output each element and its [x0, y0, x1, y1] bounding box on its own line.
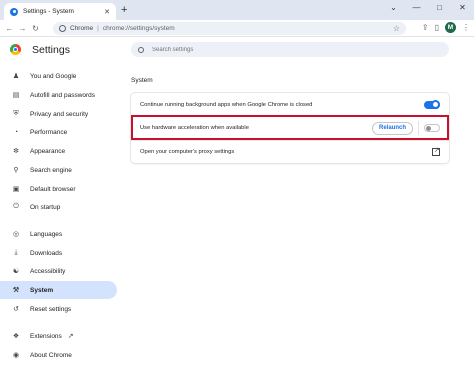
- new-tab-button[interactable]: +: [121, 4, 127, 16]
- sidebar-item-you-and-google[interactable]: ♟ You and Google: [0, 67, 117, 85]
- page-title: Settings: [32, 44, 70, 56]
- share-icon[interactable]: ⇪: [422, 23, 429, 32]
- reload-icon[interactable]: ↻: [29, 24, 42, 33]
- sidebar-item-label: On startup: [30, 203, 61, 211]
- sidebar-item-on-startup[interactable]: ⏻ On startup: [0, 198, 117, 216]
- sidebar-item-search-engine[interactable]: ⚲ Search engine: [0, 161, 117, 179]
- accessibility-icon: ☯: [12, 268, 20, 275]
- sidebar-item-reset-settings[interactable]: ↺ Reset settings: [0, 300, 117, 318]
- settings-gear-icon: [10, 7, 18, 16]
- sidebar-item-label: Reset settings: [30, 305, 72, 313]
- forward-icon[interactable]: →: [16, 24, 29, 33]
- sidebar-item-downloads[interactable]: ⤓ Downloads: [0, 244, 117, 262]
- sidebar-item-label: System: [30, 286, 54, 294]
- sidebar-item-label: Default browser: [30, 185, 76, 193]
- settings-header: Settings: [0, 38, 474, 62]
- sidebar-item-label: Performance: [30, 128, 68, 136]
- sidebar-item-label: About Chrome: [30, 351, 72, 359]
- maximize-icon[interactable]: □: [428, 3, 451, 12]
- search-icon: [138, 46, 144, 53]
- search-input[interactable]: [152, 46, 432, 53]
- sidebar-item-label: You and Google: [30, 72, 77, 80]
- sidebar-item-appearance[interactable]: ✼ Appearance: [0, 142, 117, 160]
- sidebar-item-performance[interactable]: ◔ Performance: [0, 123, 117, 141]
- proxy-settings-row[interactable]: Open your computer's proxy settings: [131, 140, 449, 163]
- sidebar-item-extensions[interactable]: ❖ Extensions ↗: [0, 327, 117, 345]
- open-external-icon[interactable]: [432, 146, 440, 156]
- background-apps-row[interactable]: Continue running background apps when Go…: [131, 93, 449, 116]
- sidebar-item-privacy[interactable]: ⛨ Privacy and security: [0, 105, 117, 123]
- tab-settings[interactable]: Settings - System ✕: [4, 3, 116, 20]
- tab-strip: Settings - System ✕ + ⌄ — □ ✕: [0, 0, 474, 20]
- search-icon: ⚲: [13, 167, 19, 174]
- globe-icon: ◎: [12, 231, 20, 238]
- sidebar-item-default-browser[interactable]: ▣ Default browser: [0, 180, 117, 198]
- side-panel-icon[interactable]: ▯: [435, 23, 439, 32]
- reset-icon: ↺: [13, 306, 19, 313]
- sidebar-item-system[interactable]: ⚒ System: [0, 281, 117, 299]
- setting-label: Open your computer's proxy settings: [140, 149, 235, 155]
- sidebar-item-accessibility[interactable]: ☯ Accessibility: [0, 262, 117, 280]
- external-link-icon: ↗: [67, 333, 74, 340]
- puzzle-icon: ❖: [12, 333, 20, 340]
- browser-icon: ▣: [12, 186, 20, 193]
- sidebar-item-label: Appearance: [30, 147, 66, 155]
- setting-label: Continue running background apps when Go…: [140, 101, 313, 108]
- tab-search-icon[interactable]: ⌄: [382, 3, 405, 12]
- sidebar-item-label: Privacy and security: [30, 110, 89, 118]
- toolbar-actions: ⇪ ▯ M ⋮: [422, 22, 470, 33]
- highlight-box: [131, 115, 449, 140]
- tab-close-icon[interactable]: ✕: [104, 8, 110, 16]
- clipboard-icon: ▤: [12, 92, 20, 99]
- section-title: System: [131, 77, 153, 84]
- sidebar-item-label: Extensions: [30, 332, 62, 340]
- sidebar-item-label: Autofill and passwords: [30, 91, 96, 99]
- power-icon: ⏻: [13, 203, 19, 210]
- window-controls: ⌄ — □ ✕: [382, 0, 474, 14]
- browser-toolbar: ← → ↻ Chrome | chrome://settings/system …: [0, 20, 474, 37]
- chrome-icon: [59, 25, 66, 32]
- back-icon[interactable]: ←: [3, 24, 16, 33]
- close-window-icon[interactable]: ✕: [451, 3, 474, 12]
- menu-icon[interactable]: ⋮: [462, 23, 470, 32]
- sidebar-item-about-chrome[interactable]: ◉ About Chrome: [0, 346, 117, 364]
- url-text: chrome://settings/system: [102, 25, 175, 32]
- site-label: Chrome: [70, 25, 94, 32]
- sidebar-item-autofill[interactable]: ▤ Autofill and passwords: [0, 86, 117, 104]
- speedometer-icon: ◔: [13, 128, 19, 136]
- minimize-icon[interactable]: —: [405, 3, 428, 12]
- palette-icon: ✼: [13, 148, 19, 155]
- separator: |: [97, 25, 99, 32]
- wrench-icon: ⚒: [12, 287, 20, 294]
- person-icon: ♟: [12, 73, 20, 80]
- chrome-icon: ◉: [12, 352, 20, 359]
- download-icon: ⤓: [14, 249, 18, 256]
- address-bar[interactable]: Chrome | chrome://settings/system ☆: [53, 22, 406, 35]
- settings-search[interactable]: [131, 42, 449, 57]
- profile-avatar[interactable]: M: [445, 22, 456, 33]
- shield-icon: ⛨: [13, 110, 19, 117]
- background-apps-toggle[interactable]: [424, 99, 440, 109]
- sidebar-item-label: Downloads: [30, 249, 63, 257]
- chrome-logo-icon: [10, 44, 21, 55]
- tab-title: Settings - System: [23, 8, 74, 15]
- sidebar-item-label: Languages: [30, 230, 63, 238]
- bookmark-star-icon[interactable]: ☆: [393, 24, 400, 33]
- sidebar-item-label: Accessibility: [30, 267, 66, 275]
- sidebar-item-languages[interactable]: ◎ Languages: [0, 225, 117, 243]
- sidebar-item-label: Search engine: [30, 166, 72, 174]
